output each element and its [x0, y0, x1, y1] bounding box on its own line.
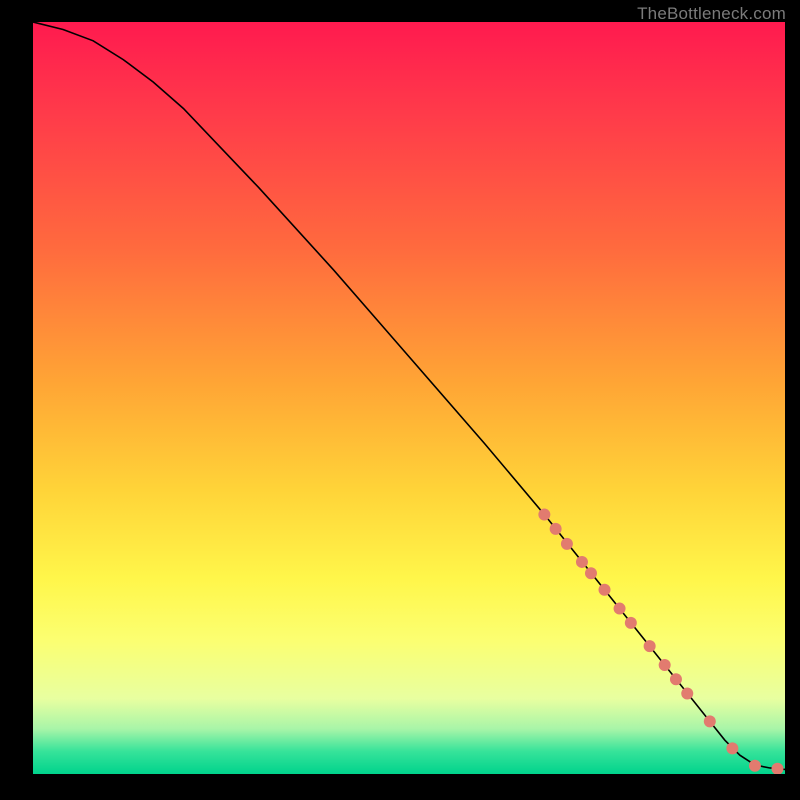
marker-dot	[614, 603, 626, 615]
marker-dot	[550, 523, 562, 535]
marker-dot	[561, 538, 573, 550]
marker-dot	[644, 640, 656, 652]
main-curve	[33, 22, 785, 769]
marker-dot	[599, 584, 611, 596]
marker-dot	[726, 742, 738, 754]
marker-dot	[585, 567, 597, 579]
marker-dot	[771, 763, 783, 774]
plot-area	[33, 22, 785, 774]
marker-dot	[625, 617, 637, 629]
marker-dot	[670, 673, 682, 685]
marker-group	[538, 509, 783, 774]
curve-layer	[33, 22, 785, 774]
chart-stage: TheBottleneck.com	[0, 0, 800, 800]
marker-dot	[749, 760, 761, 772]
marker-dot	[576, 556, 588, 568]
watermark-text: TheBottleneck.com	[637, 4, 786, 24]
marker-dot	[538, 509, 550, 521]
marker-dot	[704, 715, 716, 727]
marker-dot	[659, 659, 671, 671]
marker-dot	[681, 688, 693, 700]
